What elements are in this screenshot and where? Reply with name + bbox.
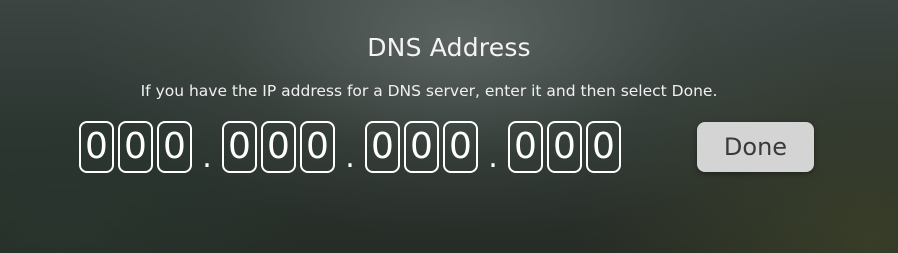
ip-digit-field[interactable]: 0	[300, 121, 335, 173]
ip-separator-dot: .	[202, 140, 212, 175]
ip-digit-field[interactable]: 0	[261, 121, 296, 173]
ip-digit-field[interactable]: 0	[547, 121, 582, 173]
ip-digit-field[interactable]: 0	[586, 121, 621, 173]
ip-separator-dot: .	[488, 140, 498, 175]
dialog-title: DNS Address	[367, 33, 531, 62]
ip-octet-1: 0 0 0	[79, 121, 192, 173]
ip-octet-3: 0 0 0	[365, 121, 478, 173]
ip-digit-field[interactable]: 0	[222, 121, 257, 173]
ip-digit-field[interactable]: 0	[404, 121, 439, 173]
done-button[interactable]: Done	[697, 122, 814, 172]
dialog-instructions: If you have the IP address for a DNS ser…	[140, 82, 718, 100]
ip-octet-2: 0 0 0	[222, 121, 335, 173]
ip-separator-dot: .	[345, 140, 355, 175]
ip-digit-field[interactable]: 0	[443, 121, 478, 173]
ip-digit-field[interactable]: 0	[118, 121, 153, 173]
ip-digit-field[interactable]: 0	[508, 121, 543, 173]
ip-digit-field[interactable]: 0	[157, 121, 192, 173]
ip-digit-field[interactable]: 0	[79, 121, 114, 173]
ip-digit-field[interactable]: 0	[365, 121, 400, 173]
ip-address-input: 0 0 0 . 0 0 0 . 0 0 0 . 0 0 0	[79, 119, 621, 175]
ip-octet-4: 0 0 0	[508, 121, 621, 173]
